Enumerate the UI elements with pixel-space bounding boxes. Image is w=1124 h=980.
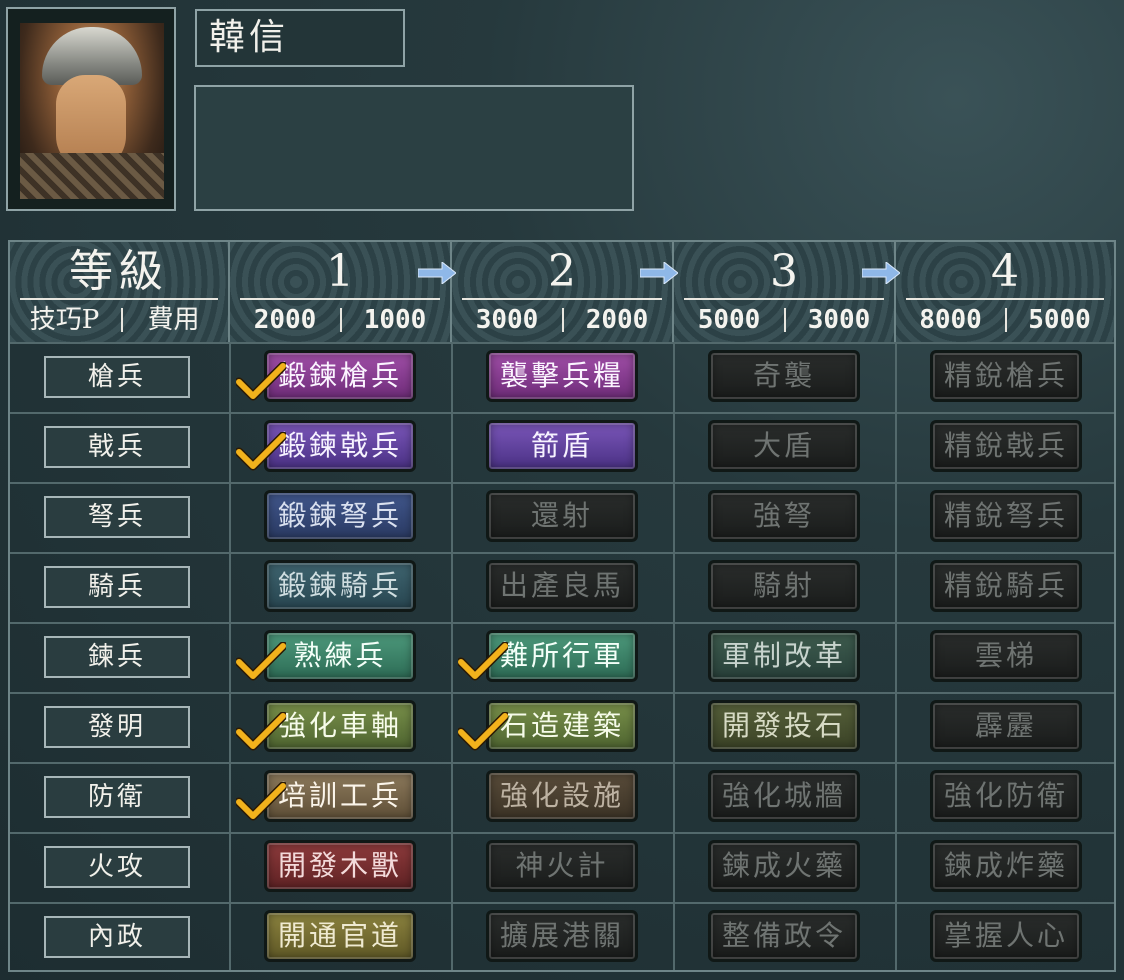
skill-button[interactable]: 強化城牆 bbox=[708, 770, 860, 822]
skill-button[interactable]: 強化設施 bbox=[486, 770, 638, 822]
skill-button[interactable]: 整備政令 bbox=[708, 910, 860, 962]
category-domestic[interactable]: 內政 bbox=[44, 916, 190, 958]
skill-button[interactable]: 培訓工兵 bbox=[264, 770, 416, 822]
category-spear[interactable]: 槍兵 bbox=[44, 356, 190, 398]
skill-button[interactable]: 鍛鍊弩兵 bbox=[264, 490, 416, 542]
skill-button[interactable]: 開發投石 bbox=[708, 700, 860, 752]
skill-button[interactable]: 鍊成炸藥 bbox=[930, 840, 1082, 892]
skill-button[interactable]: 騎射 bbox=[708, 560, 860, 612]
portrait-image bbox=[20, 23, 164, 199]
general-name: 韓信 bbox=[195, 9, 405, 67]
tier-points: 5000 bbox=[697, 305, 761, 335]
skill-button[interactable]: 精銳戟兵 bbox=[930, 420, 1082, 472]
skill-button[interactable]: 熟練兵 bbox=[264, 630, 416, 682]
tier-cost: 2000 bbox=[585, 305, 649, 335]
skill-button[interactable]: 精銳騎兵 bbox=[930, 560, 1082, 612]
category-crossbow[interactable]: 弩兵 bbox=[44, 496, 190, 538]
skill-button[interactable]: 開發木獸 bbox=[264, 840, 416, 892]
tier-points: 3000 bbox=[475, 305, 539, 335]
cost-label: 費用 bbox=[147, 305, 200, 335]
category-fire-attack[interactable]: 火攻 bbox=[44, 846, 190, 888]
skill-button[interactable]: 大盾 bbox=[708, 420, 860, 472]
checkmark-icon bbox=[236, 712, 286, 751]
skill-button[interactable]: 神火計 bbox=[486, 840, 638, 892]
tier-header-3: 3 5000 3000 bbox=[674, 242, 896, 342]
tier-level: 4 bbox=[991, 246, 1019, 297]
skill-button[interactable]: 鍛鍊槍兵 bbox=[264, 350, 416, 402]
tier-points: 2000 bbox=[253, 305, 317, 335]
checkmark-icon bbox=[236, 432, 286, 471]
skill-button[interactable]: 鍛鍊騎兵 bbox=[264, 560, 416, 612]
checkmark-icon bbox=[236, 642, 286, 681]
tier-level: 3 bbox=[770, 246, 798, 297]
checkmark-icon bbox=[458, 642, 508, 681]
general-portrait bbox=[6, 7, 176, 211]
tier-header-4: 4 8000 5000 bbox=[896, 242, 1114, 342]
category-training[interactable]: 鍊兵 bbox=[44, 636, 190, 678]
skill-button[interactable]: 襲擊兵糧 bbox=[486, 350, 638, 402]
skill-button[interactable]: 石造建築 bbox=[486, 700, 638, 752]
arrow-right-icon bbox=[418, 262, 456, 284]
skill-button[interactable]: 雲梯 bbox=[930, 630, 1082, 682]
tier-level: 1 bbox=[326, 246, 354, 297]
skill-button[interactable]: 擴展港關 bbox=[486, 910, 638, 962]
skill-button[interactable]: 精銳槍兵 bbox=[930, 350, 1082, 402]
skill-button[interactable]: 強化防衛 bbox=[930, 770, 1082, 822]
skill-button[interactable]: 霹靂 bbox=[930, 700, 1082, 752]
tier-header-2: 2 3000 2000 bbox=[452, 242, 674, 342]
checkmark-icon bbox=[458, 712, 508, 751]
general-description bbox=[194, 85, 634, 211]
tier-cost: 1000 bbox=[363, 305, 427, 335]
skill-button[interactable]: 奇襲 bbox=[708, 350, 860, 402]
tier-header-1: 1 2000 1000 bbox=[230, 242, 452, 342]
points-label: 技巧P bbox=[29, 305, 100, 335]
tier-cost: 3000 bbox=[807, 305, 871, 335]
skill-button[interactable]: 掌握人心 bbox=[930, 910, 1082, 962]
tier-level: 2 bbox=[548, 246, 576, 297]
category-invention[interactable]: 發明 bbox=[44, 706, 190, 748]
skill-button[interactable]: 強弩 bbox=[708, 490, 860, 542]
skill-button[interactable]: 精銳弩兵 bbox=[930, 490, 1082, 542]
tier-cost: 5000 bbox=[1028, 305, 1091, 335]
category-halberd[interactable]: 戟兵 bbox=[44, 426, 190, 468]
skill-button[interactable]: 難所行軍 bbox=[486, 630, 638, 682]
category-defense[interactable]: 防衛 bbox=[44, 776, 190, 818]
skill-button[interactable]: 強化車軸 bbox=[264, 700, 416, 752]
level-label: 等級 bbox=[69, 246, 169, 297]
arrow-right-icon bbox=[640, 262, 678, 284]
skill-button[interactable]: 出產良馬 bbox=[486, 560, 638, 612]
category-cavalry[interactable]: 騎兵 bbox=[44, 566, 190, 608]
skill-button[interactable]: 鍊成火藥 bbox=[708, 840, 860, 892]
header-level-cell: 等級 技巧P 費用 bbox=[10, 242, 230, 342]
arrow-right-icon bbox=[862, 262, 900, 284]
tier-points: 8000 bbox=[919, 305, 982, 335]
skill-button[interactable]: 箭盾 bbox=[486, 420, 638, 472]
checkmark-icon bbox=[236, 362, 286, 401]
skill-button[interactable]: 開通官道 bbox=[264, 910, 416, 962]
skill-button[interactable]: 還射 bbox=[486, 490, 638, 542]
skill-button[interactable]: 軍制改革 bbox=[708, 630, 860, 682]
checkmark-icon bbox=[236, 782, 286, 821]
skill-button[interactable]: 鍛鍊戟兵 bbox=[264, 420, 416, 472]
